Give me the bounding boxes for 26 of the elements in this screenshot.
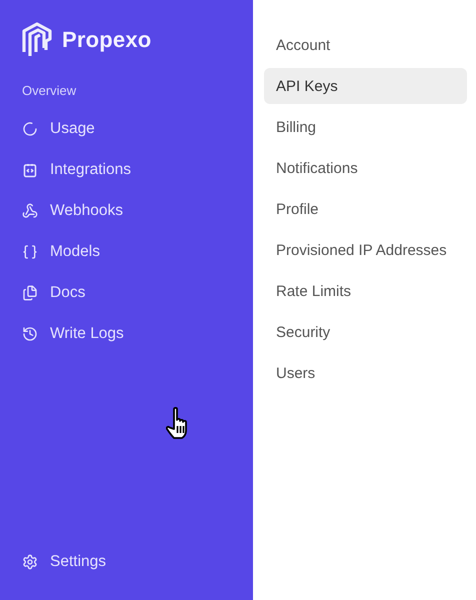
- nav-item[interactable]: Webhooks: [22, 190, 253, 231]
- nav-item[interactable]: Usage: [22, 108, 253, 149]
- settings-menu-item[interactable]: API Keys: [264, 68, 467, 104]
- settings-icon: [22, 554, 38, 570]
- settings-menu-item[interactable]: Provisioned IP Addresses: [264, 232, 467, 268]
- nav-item[interactable]: Integrations: [22, 149, 253, 190]
- nav-item[interactable]: Models: [22, 231, 253, 272]
- clipboard-code-icon: [22, 162, 38, 178]
- history-icon: [22, 326, 38, 342]
- settings-menu-item[interactable]: Rate Limits: [264, 273, 467, 309]
- settings-item[interactable]: Settings: [22, 541, 253, 582]
- documents-icon: [22, 284, 38, 300]
- braces-icon: [22, 244, 38, 260]
- nav-item[interactable]: Write Logs: [22, 313, 253, 354]
- webhook-icon: [22, 202, 38, 218]
- settings-menu-item[interactable]: Billing: [264, 109, 467, 145]
- nav-item[interactable]: Docs: [22, 272, 253, 313]
- logo-icon: [22, 22, 54, 58]
- settings-menu-item[interactable]: Security: [264, 314, 467, 350]
- settings-menu-item[interactable]: Account: [264, 27, 467, 63]
- settings-menu-item[interactable]: Users: [264, 355, 467, 391]
- settings-menu-item[interactable]: Notifications: [264, 150, 467, 186]
- settings-menu-item[interactable]: Profile: [264, 191, 467, 227]
- brand-name: Propexo: [62, 27, 152, 53]
- circle-progress-icon: [22, 120, 38, 136]
- section-label: Overview: [22, 83, 78, 98]
